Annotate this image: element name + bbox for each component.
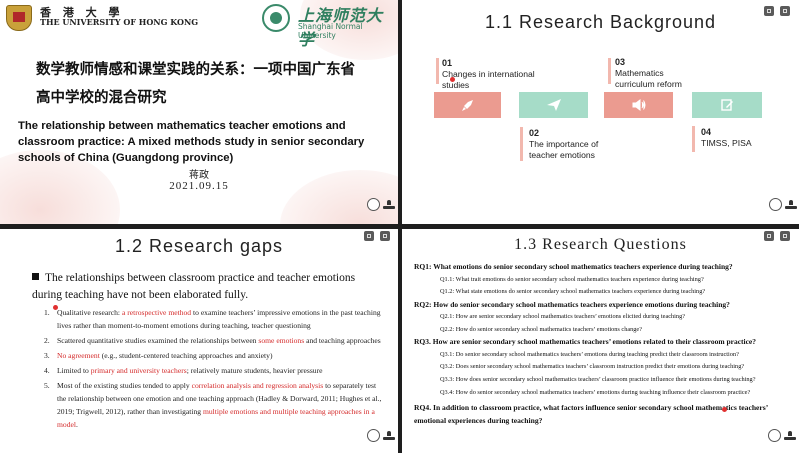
accent-bar <box>692 126 695 152</box>
item-01: 01 Changes in international studies <box>442 58 535 90</box>
item-02: 02 The importance of teacher emotions <box>529 128 599 160</box>
title-cn: 数学教师情感和课堂实践的关系：一项中国广东省高中学校的混合研究 <box>36 62 355 106</box>
circle-button[interactable] <box>367 429 380 442</box>
q1-1: Q1.1: What trait emotions do senior seco… <box>440 275 704 283</box>
q2-1: Q2.1: How are senior secondary school ma… <box>440 313 686 321</box>
item-03: 03 Mathematics curriculum reform <box>615 57 682 89</box>
date: 2021.09.15 <box>169 180 229 192</box>
slide-heading: 1.3 Research Questions <box>514 236 687 253</box>
rocket-icon-box[interactable] <box>434 92 501 118</box>
square-bullet-icon <box>32 273 39 280</box>
q2-2: Q2.2: How do senior secondary school mat… <box>440 325 643 333</box>
slide-heading: 1.2 Research gaps <box>114 236 284 256</box>
circle-button[interactable] <box>768 429 781 442</box>
hku-crest-logo <box>6 5 32 31</box>
rq3: RQ3. How are senior secondary school mat… <box>414 337 757 347</box>
speaker-icon <box>632 99 645 111</box>
circle-button[interactable] <box>367 198 380 211</box>
shnu-name-en: Shanghai Normal University <box>298 22 363 40</box>
rocket-icon <box>461 100 473 111</box>
list-item: 4. Limited to primary and university tea… <box>44 366 323 375</box>
speaker-icon-box[interactable] <box>604 92 673 118</box>
pointer-dot <box>722 407 727 412</box>
slide-research-gaps[interactable]: 1.2 Research gaps The relationships betw… <box>0 229 398 453</box>
research-question-list: RQ1: What emotions do senior secondary s… <box>414 261 792 427</box>
stamp-icon[interactable] <box>784 431 796 440</box>
rq1: RQ1: What emotions do senior secondary s… <box>414 262 733 271</box>
author: 蒋政 <box>189 170 209 181</box>
q3-1: Q3.1: Do senior secondary school mathema… <box>440 350 739 358</box>
accent-bar <box>436 58 439 84</box>
stamp-icon[interactable] <box>785 200 797 209</box>
hku-name-en: THE UNIVERSITY OF HONG KONG <box>40 17 199 27</box>
slide-title[interactable]: 香 港 大 學 THE UNIVERSITY OF HONG KONG 上海师范… <box>0 0 398 224</box>
item-04: 04 TIMSS, PISA <box>701 127 752 148</box>
title-en: The relationship between mathematics tea… <box>18 120 365 164</box>
main-bullet: The relationships between classroom prac… <box>32 272 356 301</box>
pointer-dot <box>450 77 455 82</box>
stamp-icon[interactable] <box>383 200 395 209</box>
paper-plane-icon-box[interactable] <box>519 92 588 118</box>
shnu-logo <box>262 4 290 32</box>
slide-heading: 1.1 Research Background <box>484 12 717 32</box>
slide-research-questions[interactable]: 1.3 Research Questions RQ1: What emotion… <box>402 229 799 453</box>
q3-2: Q3.2: Does senior secondary school mathe… <box>440 363 745 371</box>
accent-bar <box>520 127 523 161</box>
list-item: 5. Most of the existing studies tended t… <box>44 381 382 429</box>
list-item: 3. No agreement (e.g., student-centered … <box>44 351 273 360</box>
gap-list: 1. Qualitative research: a retrospective… <box>44 306 384 431</box>
stamp-icon[interactable] <box>383 431 395 440</box>
paper-plane-icon <box>546 99 561 111</box>
rq4: RQ4. In addition to classroom practice, … <box>414 403 768 425</box>
q3-3: Q3.3: How does senior secondary school m… <box>440 376 756 384</box>
q1-2: Q1.2: What state emotions do senior seco… <box>440 288 706 296</box>
q3-4: Q3.4: How do senior secondary school mat… <box>440 388 751 396</box>
slide-research-background[interactable]: 1.1 Research Background 01 Changes in in… <box>402 0 799 224</box>
list-item: 2. Scattered quantitative studies examin… <box>44 336 381 345</box>
rq2: RQ2: How do senior secondary school math… <box>414 299 730 309</box>
list-item: 1. Qualitative research: a retrospective… <box>44 308 381 330</box>
edit-icon <box>721 99 733 111</box>
edit-icon-box[interactable] <box>692 92 762 118</box>
circle-button[interactable] <box>769 198 782 211</box>
accent-bar <box>608 58 611 84</box>
